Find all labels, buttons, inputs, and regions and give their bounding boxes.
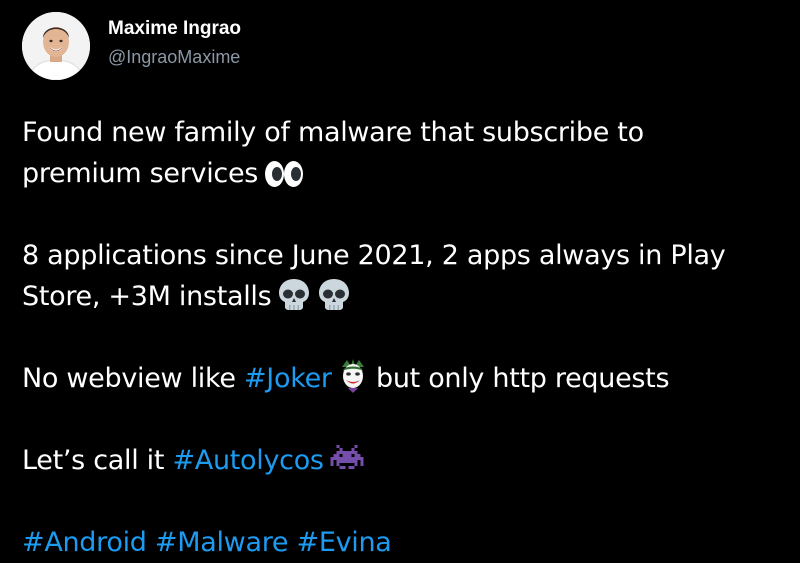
tweet-paragraph-1: Found new family of malware that subscri…	[22, 112, 792, 194]
tweet-paragraph-2: 8 applications since June 2021, 2 apps a…	[22, 235, 792, 317]
avatar[interactable]	[22, 12, 90, 80]
skull-emoji-icon	[277, 277, 311, 311]
tweet-header: Maxime Ingrao @IngraoMaxime	[22, 12, 241, 80]
hashtag-evina[interactable]: #Evina	[297, 527, 392, 558]
joker-emoji-icon	[338, 359, 368, 393]
tweet-paragraph-5: #Android #Malware #Evina	[22, 522, 792, 563]
author-handle[interactable]: @IngraoMaxime	[108, 45, 241, 69]
space-invader-emoji-icon	[330, 445, 364, 475]
eyes-emoji-icon	[264, 160, 304, 188]
author-names: Maxime Ingrao @IngraoMaxime	[108, 17, 241, 69]
hashtag-android[interactable]: #Android	[22, 527, 147, 558]
text-line: premium services	[22, 153, 792, 194]
author-display-name[interactable]: Maxime Ingrao	[108, 17, 241, 41]
tweet-paragraph-3: No webview like #Joker but only http req…	[22, 358, 792, 399]
tweet-paragraph-4: Let’s call it #Autolycos	[22, 440, 792, 481]
text-line: 8 applications since June 2021, 2 apps a…	[22, 240, 726, 271]
text-segment: Store, +3M installs	[22, 281, 272, 312]
text-segment: but only http requests	[375, 363, 670, 394]
text-segment: No webview like	[22, 363, 236, 394]
text-segment: premium services	[22, 158, 259, 189]
tweet-text: Found new family of malware that subscri…	[22, 112, 792, 563]
text-line: Found new family of malware that subscri…	[22, 117, 644, 148]
text-segment: Let’s call it	[22, 445, 165, 476]
text-line: Store, +3M installs	[22, 276, 792, 317]
hashtag-malware[interactable]: #Malware	[155, 527, 289, 558]
hashtag-joker[interactable]: #Joker	[244, 363, 332, 394]
skull-emoji-icon	[317, 277, 351, 311]
hashtag-autolycos[interactable]: #Autolycos	[172, 445, 324, 476]
